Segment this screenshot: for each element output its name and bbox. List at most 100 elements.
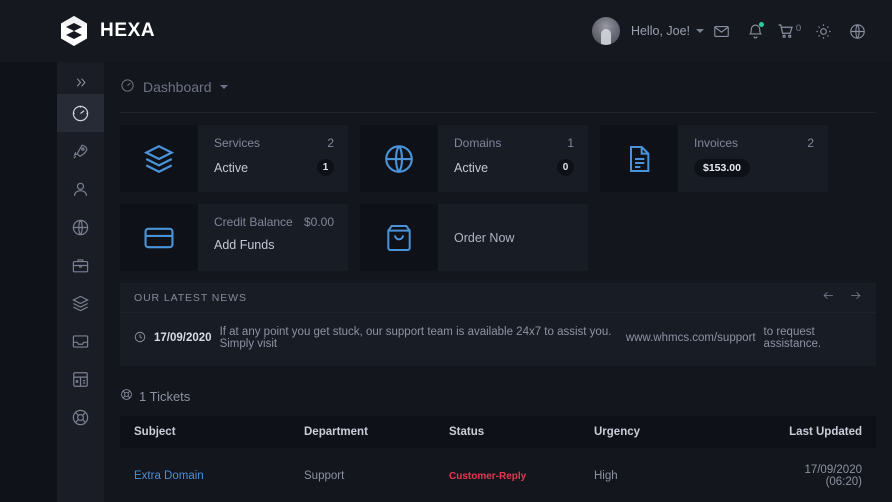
column-status[interactable]: Status (435, 416, 580, 448)
sidebar-item-store[interactable] (57, 246, 104, 284)
inbox-icon (71, 332, 90, 351)
user-menu[interactable]: Hello, Joe! (631, 24, 704, 38)
globe-icon (71, 218, 90, 237)
sidebar-item-account[interactable] (57, 170, 104, 208)
credit-balance-card-bottom: Add Funds (214, 238, 334, 252)
sidebar (57, 62, 104, 502)
cell-subject: Extra Domain (120, 448, 290, 502)
services-card-body: Services 2 Active 1 (198, 125, 348, 192)
brand-name: HEXA (100, 20, 156, 41)
services-active-label: Active (214, 160, 249, 175)
main-content: Dashboard Services 2 Active 1 Domains 1 … (104, 62, 892, 502)
grid-calculator-icon (71, 370, 90, 389)
news-item: 17/09/2020 If at any point you get stuck… (120, 313, 876, 366)
stat-cards-row-1: Services 2 Active 1 Domains 1 Active 0 I… (120, 125, 876, 192)
latest-news-panel: OUR LATEST NEWS 17/09/2020 If at any poi… (120, 283, 876, 366)
services-card-top: Services 2 (214, 136, 334, 150)
domains-card-bottom: Active 0 (454, 159, 574, 176)
domains-card-body: Domains 1 Active 0 (438, 125, 588, 192)
services-count: 2 (327, 136, 334, 150)
invoices-card[interactable]: Invoices 2 $153.00 (600, 125, 828, 192)
sidebar-item-products[interactable] (57, 284, 104, 322)
news-text-before: If at any point you get stuck, our suppo… (219, 326, 612, 350)
add-funds-link[interactable]: Add Funds (214, 238, 274, 252)
ticket-subject-link[interactable]: Extra Domain (134, 470, 204, 482)
credit-balance-card[interactable]: Credit Balance $0.00 Add Funds (120, 204, 348, 271)
sidebar-item-services[interactable] (57, 132, 104, 170)
globe-icon (360, 125, 438, 192)
domains-active-label: Active (454, 160, 489, 175)
mail-icon[interactable] (704, 14, 738, 48)
clock-icon (134, 331, 146, 346)
hexagon-logo-icon (57, 14, 91, 48)
services-label: Services (214, 136, 261, 150)
sidebar-item-support[interactable] (57, 398, 104, 436)
cart-icon[interactable]: 0 (772, 14, 806, 48)
header-divider (120, 112, 876, 113)
column-subject[interactable]: Subject (120, 416, 290, 448)
cart-count-label: 0 (795, 23, 802, 34)
briefcase-icon (71, 256, 90, 275)
rocket-icon (71, 142, 90, 161)
column-last-updated[interactable]: Last Updated (755, 416, 876, 448)
sidebar-item-tickets[interactable] (57, 322, 104, 360)
lifebuoy-icon (71, 408, 90, 427)
invoices-card-body: Invoices 2 $153.00 (678, 125, 828, 192)
lifebuoy-icon (120, 388, 133, 404)
sun-icon[interactable] (806, 14, 840, 48)
news-title: OUR LATEST NEWS (134, 291, 247, 304)
breadcrumb-label: Dashboard (143, 79, 212, 95)
tickets-count-label: 1 Tickets (139, 388, 191, 404)
table-row[interactable]: Extra Domain Support Customer-Reply High… (120, 448, 876, 502)
left-gutter (0, 62, 57, 502)
tickets-table-body: Extra Domain Support Customer-Reply High… (120, 448, 876, 502)
status-badge: Customer-Reply (449, 471, 527, 482)
credit-balance-card-body: Credit Balance $0.00 Add Funds (198, 204, 348, 271)
cell-urgency: High (580, 448, 755, 502)
avatar[interactable] (591, 17, 620, 45)
notification-dot (759, 22, 764, 27)
chevron-down-icon (219, 85, 228, 89)
chevron-down-icon (696, 29, 704, 33)
breadcrumb[interactable]: Dashboard (120, 62, 876, 112)
domains-card[interactable]: Domains 1 Active 0 (360, 125, 588, 192)
domains-card-top: Domains 1 (454, 136, 574, 150)
news-link[interactable]: www.whmcs.com/support (626, 332, 756, 344)
news-text-after: to request assistance. (763, 326, 822, 350)
cell-last-updated: 17/09/2020 (06:20) (755, 448, 876, 502)
arrow-left-icon[interactable] (822, 289, 835, 307)
arrow-right-icon[interactable] (849, 289, 862, 307)
column-department[interactable]: Department (290, 416, 435, 448)
tickets-heading: 1 Tickets (120, 388, 876, 404)
globe-icon[interactable] (840, 14, 874, 48)
domains-label: Domains (454, 136, 502, 150)
sidebar-item-dashboard[interactable] (57, 94, 104, 132)
cell-department: Support (290, 448, 435, 502)
user-greeting-label: Hello, Joe! (630, 24, 690, 38)
order-now-label: Order Now (454, 230, 515, 245)
domains-active-badge: 0 (557, 159, 574, 176)
sidebar-item-domains[interactable] (57, 208, 104, 246)
sidebar-item-billing[interactable] (57, 360, 104, 398)
document-icon (600, 125, 678, 192)
services-card[interactable]: Services 2 Active 1 (120, 125, 348, 192)
bell-icon[interactable] (738, 14, 772, 48)
invoices-count: 2 (807, 136, 814, 150)
credit-balance-label: Credit Balance (214, 215, 293, 229)
dashboard-page: HEXA Hello, Joe! 0 Dashboard Services 2 … (0, 0, 892, 502)
news-navigation (822, 289, 862, 307)
order-now-card-body: Order Now (438, 204, 588, 271)
chevron-double-right-icon[interactable] (57, 70, 104, 94)
invoices-card-bottom: $153.00 (694, 159, 814, 177)
user-icon (71, 180, 90, 199)
order-now-card[interactable]: Order Now (360, 204, 588, 271)
services-card-bottom: Active 1 (214, 159, 334, 176)
speedometer-icon (120, 78, 135, 96)
news-date: 17/09/2020 (154, 332, 212, 344)
layers-icon (120, 125, 198, 192)
credit-card-icon (120, 204, 198, 271)
brand-logo[interactable]: HEXA (57, 14, 155, 48)
speedometer-icon (71, 104, 90, 123)
shopping-bag-icon (360, 204, 438, 271)
column-urgency[interactable]: Urgency (580, 416, 755, 448)
